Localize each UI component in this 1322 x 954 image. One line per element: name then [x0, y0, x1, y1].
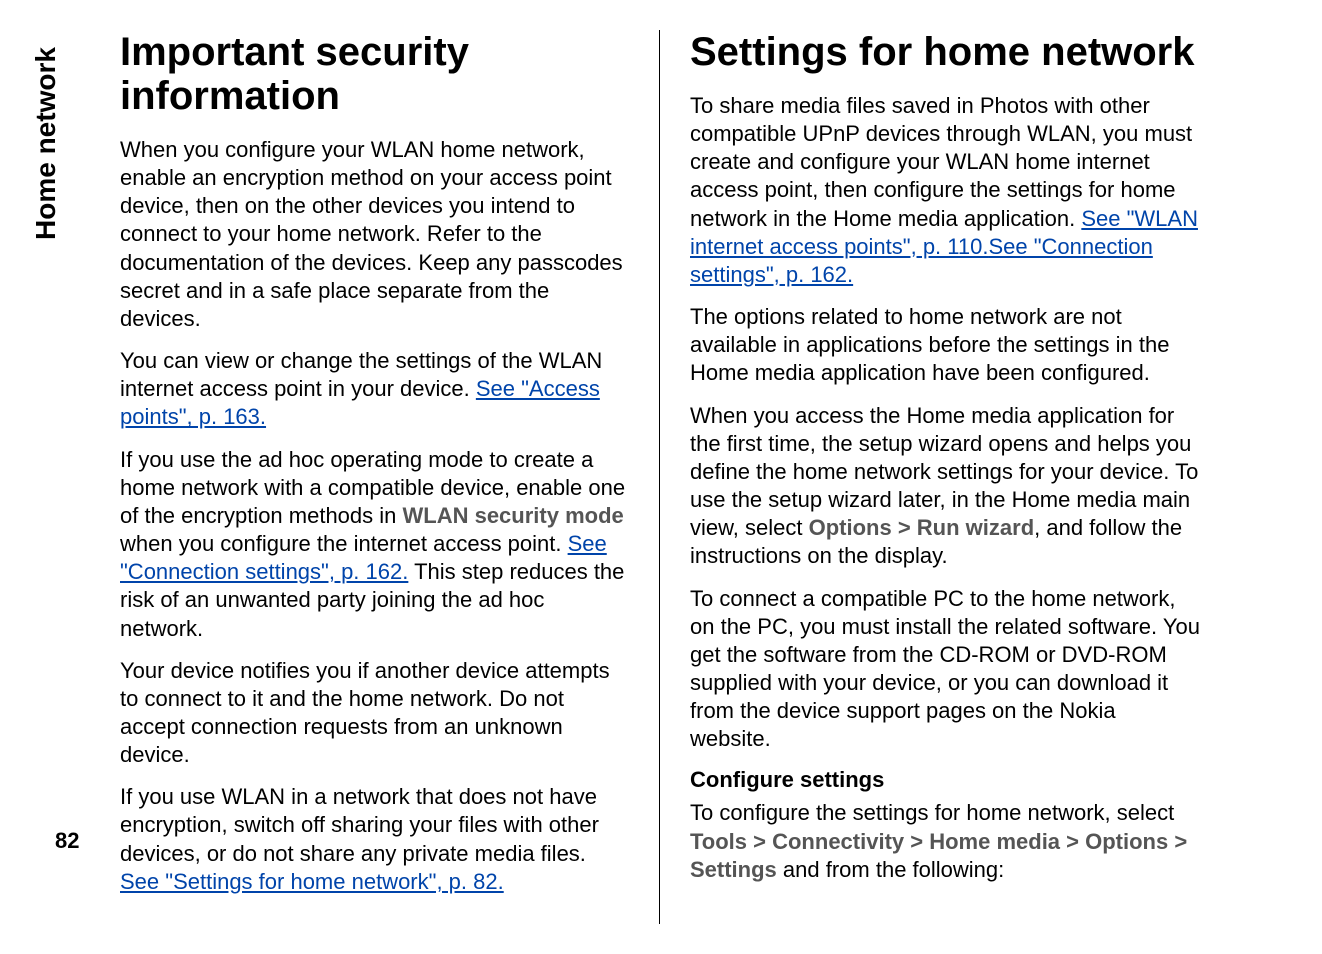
paragraph: The options related to home network are …: [690, 303, 1200, 387]
menu-path-run-wizard: Run wizard: [917, 515, 1034, 540]
paragraph: To connect a compatible PC to the home n…: [690, 585, 1200, 754]
subheading-configure-settings: Configure settings: [690, 767, 1200, 793]
menu-path-home-media: Home media: [929, 829, 1060, 854]
text: when you configure the internet access p…: [120, 531, 568, 556]
two-column-layout: Important security information When you …: [100, 30, 1282, 924]
paragraph: If you use the ad hoc operating mode to …: [120, 446, 629, 643]
paragraph: When you configure your WLAN home networ…: [120, 136, 629, 333]
menu-path-options: Options: [809, 515, 892, 540]
breadcrumb-separator: >: [892, 515, 917, 540]
text: If you use WLAN in a network that does n…: [120, 784, 599, 865]
heading-security-info: Important security information: [120, 30, 629, 118]
heading-settings-home-network: Settings for home network: [690, 30, 1200, 74]
paragraph: You can view or change the settings of t…: [120, 347, 629, 431]
menu-path-options-2: Options: [1085, 829, 1168, 854]
link-settings-home-network[interactable]: See "Settings for home network", p. 82.: [120, 869, 504, 894]
paragraph: Your device notifies you if another devi…: [120, 657, 629, 770]
left-column: Important security information When you …: [100, 30, 660, 924]
page-number: 82: [55, 828, 79, 854]
menu-path-settings: Settings: [690, 857, 777, 882]
paragraph: When you access the Home media applicati…: [690, 402, 1200, 571]
menu-path-tools: Tools: [690, 829, 747, 854]
breadcrumb-separator: >: [904, 829, 929, 854]
section-label: Home network: [30, 47, 62, 240]
paragraph: To share media files saved in Photos wit…: [690, 92, 1200, 289]
breadcrumb-separator: >: [1060, 829, 1085, 854]
menu-path-connectivity: Connectivity: [772, 829, 904, 854]
menu-path-wlan-security-mode: WLAN security mode: [403, 503, 624, 528]
text: To configure the settings for home netwo…: [690, 800, 1174, 825]
breadcrumb-separator: >: [1168, 829, 1187, 854]
paragraph: If you use WLAN in a network that does n…: [120, 783, 629, 896]
paragraph: To configure the settings for home netwo…: [690, 799, 1200, 883]
text: and from the following:: [777, 857, 1004, 882]
document-page: Home network 82 Important security infor…: [0, 0, 1322, 954]
breadcrumb-separator: >: [747, 829, 772, 854]
right-column: Settings for home network To share media…: [660, 30, 1220, 924]
